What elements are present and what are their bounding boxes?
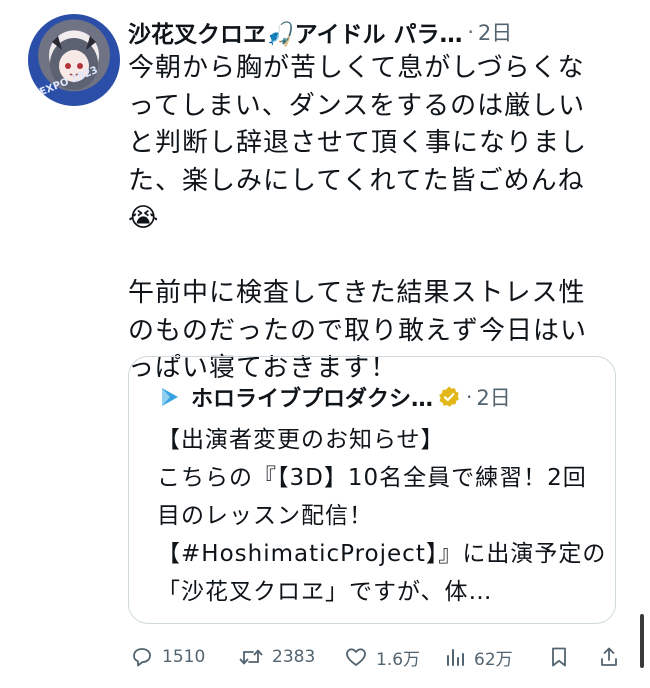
quoted-post-text: 【出演者変更のお知らせ】 こちらの『【3D】10名全員で練習！2回目のレッスン配… [157,427,607,605]
scrollbar-thumb[interactable] [640,614,644,668]
reply-count: 1510 [162,647,206,667]
like-icon [346,648,366,666]
post-header: 沙花叉クロヱ🎣アイドル パラ… · 2日 [128,12,633,52]
post-display-name[interactable]: 沙花叉クロヱ🎣アイドル パラ… [128,15,463,49]
views-button[interactable]: 62万 [444,645,548,670]
like-count: 1.6万 [376,649,421,670]
quoted-post-header: ホロライブプロダクシ… · 2日 [159,381,511,413]
bookmark-icon [552,647,566,667]
post-action-bar: 1510 2383 1.6万 62万 [130,640,630,674]
header-separator: · [467,20,474,44]
share-button[interactable] [598,645,628,669]
quoted-post-card[interactable]: ホロライブプロダクシ… · 2日 【出演者変更のお知らせ】 こちらの『【3D】1… [128,356,616,624]
quoted-header-separator: · [466,385,473,409]
post-text: 今朝から胸が苦しくて息がしづらくなってしまい、ダンスをするのは厳しいと判断し辞退… [128,53,588,383]
post-avatar[interactable]: EXPO 2023 [28,14,120,106]
post-timestamp[interactable]: 2日 [478,17,512,47]
verified-gold-badge-icon [439,386,459,407]
repost-button[interactable]: 2383 [238,645,344,669]
views-count: 62万 [474,649,513,670]
quoted-timestamp[interactable]: 2日 [476,382,510,412]
share-icon [601,647,617,666]
like-button[interactable]: 1.6万 [344,645,444,670]
hololive-logo-icon [162,388,178,406]
reply-icon [133,648,151,667]
quoted-display-name[interactable]: ホロライブプロダクシ… [191,381,433,413]
repost-count: 2383 [272,647,316,667]
repost-icon [239,649,263,665]
reply-button[interactable]: 1510 [130,645,238,669]
bookmark-button[interactable] [548,645,598,669]
views-icon [447,649,464,666]
